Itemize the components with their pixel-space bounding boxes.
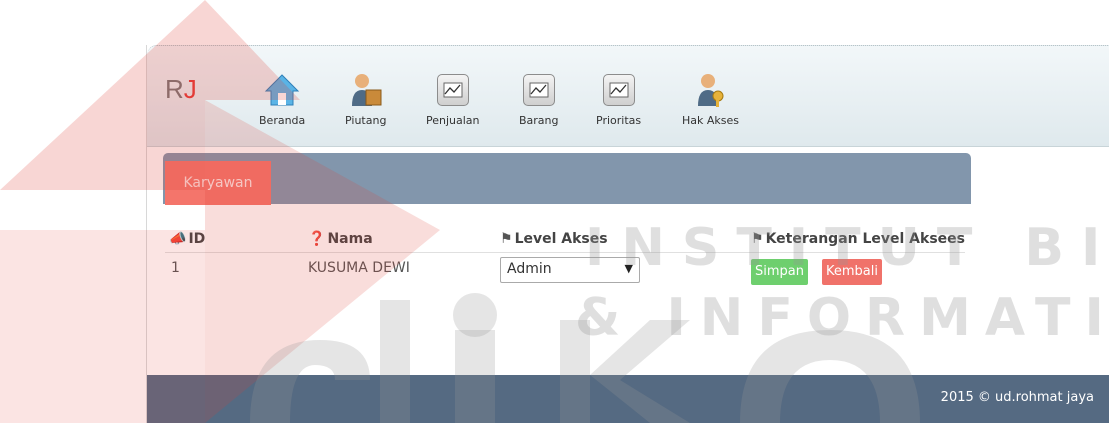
person-box-icon (348, 72, 384, 108)
app-window: RJ Beranda Piutang Penjualan Barang Prio… (146, 45, 1109, 423)
nav-item-hak-akses[interactable]: Hak Akses (682, 72, 739, 127)
user-key-icon (693, 72, 729, 108)
panel-header (163, 153, 971, 204)
bookmark-icon: ⚑ (500, 231, 513, 247)
footer: 2015 © ud.rohmat jaya (147, 375, 1109, 423)
row-divider (165, 252, 965, 253)
top-navbar: RJ Beranda Piutang Penjualan Barang Prio… (147, 45, 1109, 147)
back-button[interactable]: Kembali (822, 259, 882, 285)
column-header-nama: ❓ Nama (308, 231, 373, 247)
chart-icon (601, 72, 637, 108)
brand-logo[interactable]: RJ (165, 74, 197, 105)
megaphone-icon: 📣 (169, 231, 187, 247)
nav-item-penjualan[interactable]: Penjualan (426, 72, 480, 127)
nav-item-piutang[interactable]: Piutang (345, 72, 386, 127)
column-header-keterangan: ⚑ Keterangan Level Aksees (751, 231, 965, 247)
bookmark-icon: ⚑ (751, 231, 764, 247)
cell-nama: KUSUMA DEWI (308, 260, 410, 276)
chart-icon (435, 72, 471, 108)
nav-item-beranda[interactable]: Beranda (259, 72, 305, 127)
chart-icon (521, 72, 557, 108)
column-header-id: 📣 ID (169, 231, 206, 247)
nav-item-prioritas[interactable]: Prioritas (596, 72, 641, 127)
dropdown-arrow-icon: ▼ (624, 262, 633, 275)
copyright-text: 2015 © ud.rohmat jaya (940, 390, 1094, 405)
level-akses-select[interactable]: Admin ▼ (500, 257, 640, 283)
tab-karyawan[interactable]: Karyawan (165, 161, 271, 205)
nav-item-barang[interactable]: Barang (519, 72, 559, 127)
save-button[interactable]: Simpan (751, 259, 808, 285)
home-icon (264, 72, 300, 108)
cell-id: 1 (171, 260, 180, 276)
question-icon: ❓ (308, 231, 326, 247)
column-header-level-akses: ⚑ Level Akses (500, 231, 608, 247)
